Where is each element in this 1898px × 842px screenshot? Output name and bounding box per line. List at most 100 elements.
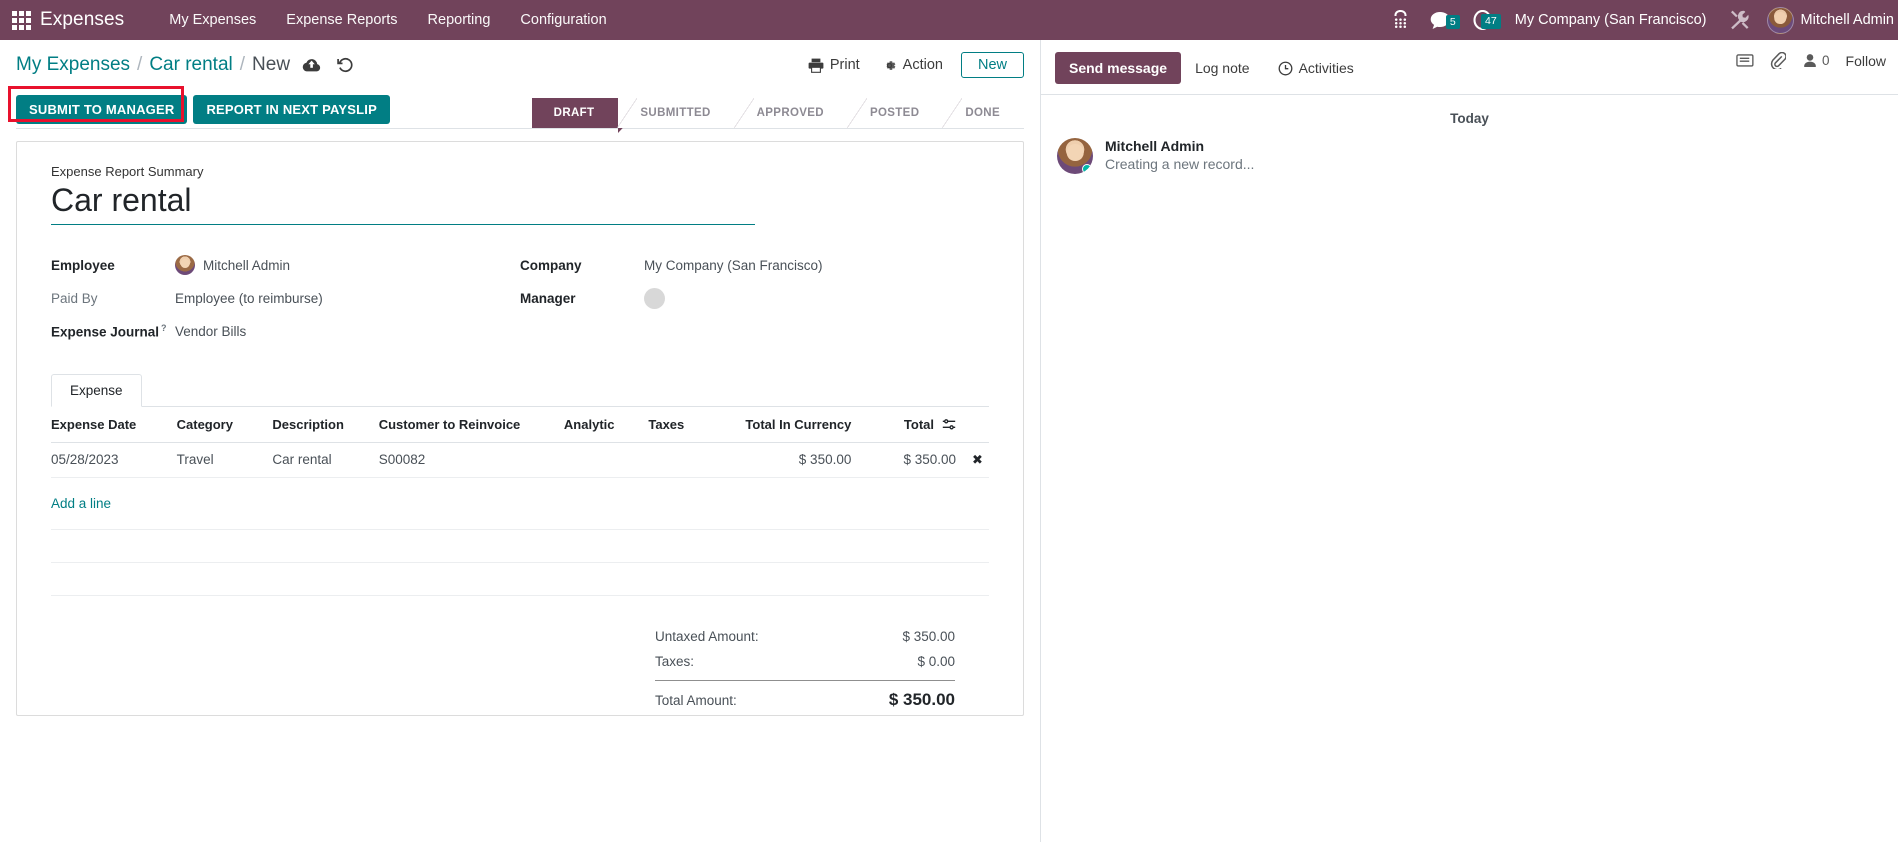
app-brand-expenses[interactable]: Expenses	[40, 9, 124, 31]
table-header-row: Expense Date Category Description Custom…	[51, 406, 989, 443]
form-view: My Expenses / Car rental / New Print Act…	[0, 40, 1040, 842]
cell-taxes[interactable]	[648, 442, 716, 478]
field-expense-journal: Expense Journal? Vendor Bills	[51, 315, 520, 348]
apps-grid-icon[interactable]	[8, 7, 34, 33]
taxes-label: Taxes:	[655, 653, 695, 669]
stage-approved[interactable]: Approved	[733, 98, 848, 128]
total-amount-value: $ 350.00	[888, 689, 955, 709]
print-label: Print	[829, 57, 860, 73]
field-company-value[interactable]: My Company (San Francisco)	[644, 258, 823, 273]
log-note-button[interactable]: Log note	[1181, 52, 1264, 84]
print-button[interactable]: Print	[804, 54, 864, 76]
expense-report-name-input[interactable]: Car rental	[51, 182, 755, 225]
field-column-left: Employee Mitchell Admin Paid By Employee…	[51, 249, 520, 348]
wrench-icon[interactable]	[1719, 10, 1761, 30]
field-expense-journal-label: Expense Journal?	[51, 323, 175, 340]
cloud-upload-icon[interactable]	[302, 58, 321, 73]
col-description[interactable]: Description	[272, 406, 379, 443]
submit-to-manager-button[interactable]: Submit to Manager	[16, 95, 188, 124]
gear-icon	[886, 60, 896, 70]
close-x-icon[interactable]: ✖	[966, 452, 983, 467]
manager-avatar-placeholder-icon	[644, 287, 665, 309]
follow-button[interactable]: Follow	[1846, 53, 1886, 69]
employee-avatar-icon	[175, 255, 195, 276]
blank-row-2	[51, 562, 989, 596]
col-category[interactable]: Category	[176, 406, 273, 443]
stage-draft[interactable]: Draft	[531, 98, 636, 133]
company-switcher[interactable]: My Company (San Francisco)	[1503, 12, 1719, 28]
breadcrumb-car-rental[interactable]: Car rental	[149, 54, 232, 76]
dialpad-icon[interactable]	[1382, 10, 1419, 30]
stage-posted[interactable]: Posted	[846, 98, 944, 128]
field-paid-by-label: Paid By	[51, 290, 98, 306]
col-analytic[interactable]: Analytic	[563, 406, 649, 443]
user-menu[interactable]: Mitchell Admin	[1761, 6, 1894, 34]
field-expense-journal-value[interactable]: Vendor Bills	[175, 324, 246, 339]
cell-total[interactable]: $ 350.00	[861, 442, 967, 478]
field-manager-value[interactable]	[644, 287, 665, 309]
followers-count: 0	[1822, 53, 1830, 68]
menu-reporting[interactable]: Reporting	[413, 2, 506, 38]
add-a-line-button[interactable]: Add a line	[51, 487, 111, 520]
undo-icon[interactable]	[337, 57, 354, 73]
record-save-discard	[302, 57, 354, 73]
blank-row-1	[51, 529, 989, 563]
date-divider-today: Today	[1450, 111, 1489, 126]
paperclip-icon[interactable]	[1770, 52, 1787, 69]
activities-button[interactable]: Activities	[1263, 52, 1368, 84]
col-total[interactable]: Total	[861, 406, 967, 443]
menu-configuration[interactable]: Configuration	[505, 2, 621, 38]
table-row[interactable]: 05/28/2023 Travel Car rental S00082 $ 35…	[51, 442, 989, 478]
field-company-label: Company	[520, 257, 582, 273]
chatter-right-tools: 0 Follow	[1736, 52, 1898, 69]
col-taxes[interactable]: Taxes	[648, 406, 716, 443]
cell-category[interactable]: Travel	[176, 442, 273, 478]
activities-label: Activities	[1298, 60, 1354, 76]
stage-done[interactable]: Done	[942, 98, 1024, 128]
breadcrumb-new: New	[252, 54, 291, 75]
breadcrumb-my-expenses[interactable]: My Expenses	[16, 54, 130, 76]
send-message-button[interactable]: Send message	[1055, 52, 1182, 84]
avatar	[1766, 6, 1794, 34]
followers-counter[interactable]: 0	[1802, 53, 1830, 68]
cell-analytic[interactable]	[563, 442, 649, 478]
field-paid-by-value[interactable]: Employee (to reimburse)	[175, 291, 323, 306]
expense-lines-body: 05/28/2023 Travel Car rental S00082 $ 35…	[51, 442, 989, 596]
column-options-icon[interactable]	[942, 418, 956, 430]
field-paid-by: Paid By Employee (to reimburse)	[51, 282, 520, 315]
notebook: Expense Expense Date Category Descriptio…	[51, 373, 989, 596]
form-sheet-wrapper: Expense Report Summary Car rental Employ…	[0, 129, 1040, 716]
report-in-next-payslip-button[interactable]: Report in Next Payslip	[193, 95, 390, 124]
cell-description[interactable]: Car rental	[272, 442, 379, 478]
stage-submitted[interactable]: Submitted	[617, 98, 735, 128]
menu-my-expenses[interactable]: My Expenses	[154, 2, 271, 38]
field-employee-value[interactable]: Mitchell Admin	[175, 255, 290, 276]
expense-lines-header: Expense Date Category Description Custom…	[51, 406, 989, 443]
cell-delete[interactable]: ✖	[966, 442, 989, 478]
message-item: Mitchell Admin Creating a new record...	[1041, 132, 1898, 174]
help-tooltip-icon[interactable]: ?	[161, 323, 167, 333]
cell-total-in-currency[interactable]: $ 350.00	[715, 442, 862, 478]
col-total-in-currency[interactable]: Total In Currency	[715, 406, 862, 443]
cell-expense-date[interactable]: 05/28/2023	[51, 442, 177, 478]
action-label: Action	[902, 57, 943, 73]
activities-counter[interactable]: 47	[1462, 10, 1503, 30]
control-panel-right-buttons: Print Action New	[804, 48, 1024, 82]
untaxed-amount-label: Untaxed Amount:	[655, 628, 759, 644]
document-icon[interactable]	[1736, 53, 1754, 68]
new-button[interactable]: New	[960, 52, 1024, 78]
expense-report-summary-label: Expense Report Summary	[51, 164, 204, 179]
notebook-tabs: Expense	[51, 373, 989, 407]
cell-customer-to-reinvoice[interactable]: S00082	[378, 442, 564, 478]
col-customer-to-reinvoice[interactable]: Customer to Reinvoice	[378, 406, 564, 443]
col-expense-date[interactable]: Expense Date	[51, 406, 177, 443]
add-line-cell: Add a line	[51, 477, 989, 530]
messages-counter[interactable]: 5	[1419, 11, 1462, 30]
menu-expense-reports[interactable]: Expense Reports	[271, 2, 412, 38]
online-status-icon	[1082, 164, 1092, 174]
statusbar: Draft Submitted Approved Posted Done	[531, 98, 1024, 133]
page-body: My Expenses / Car rental / New Print Act…	[0, 40, 1898, 842]
totals-block: Untaxed Amount: $ 350.00 Taxes: $ 0.00 T…	[51, 624, 989, 715]
action-button[interactable]: Action	[878, 54, 947, 76]
tab-expense[interactable]: Expense	[51, 373, 142, 407]
